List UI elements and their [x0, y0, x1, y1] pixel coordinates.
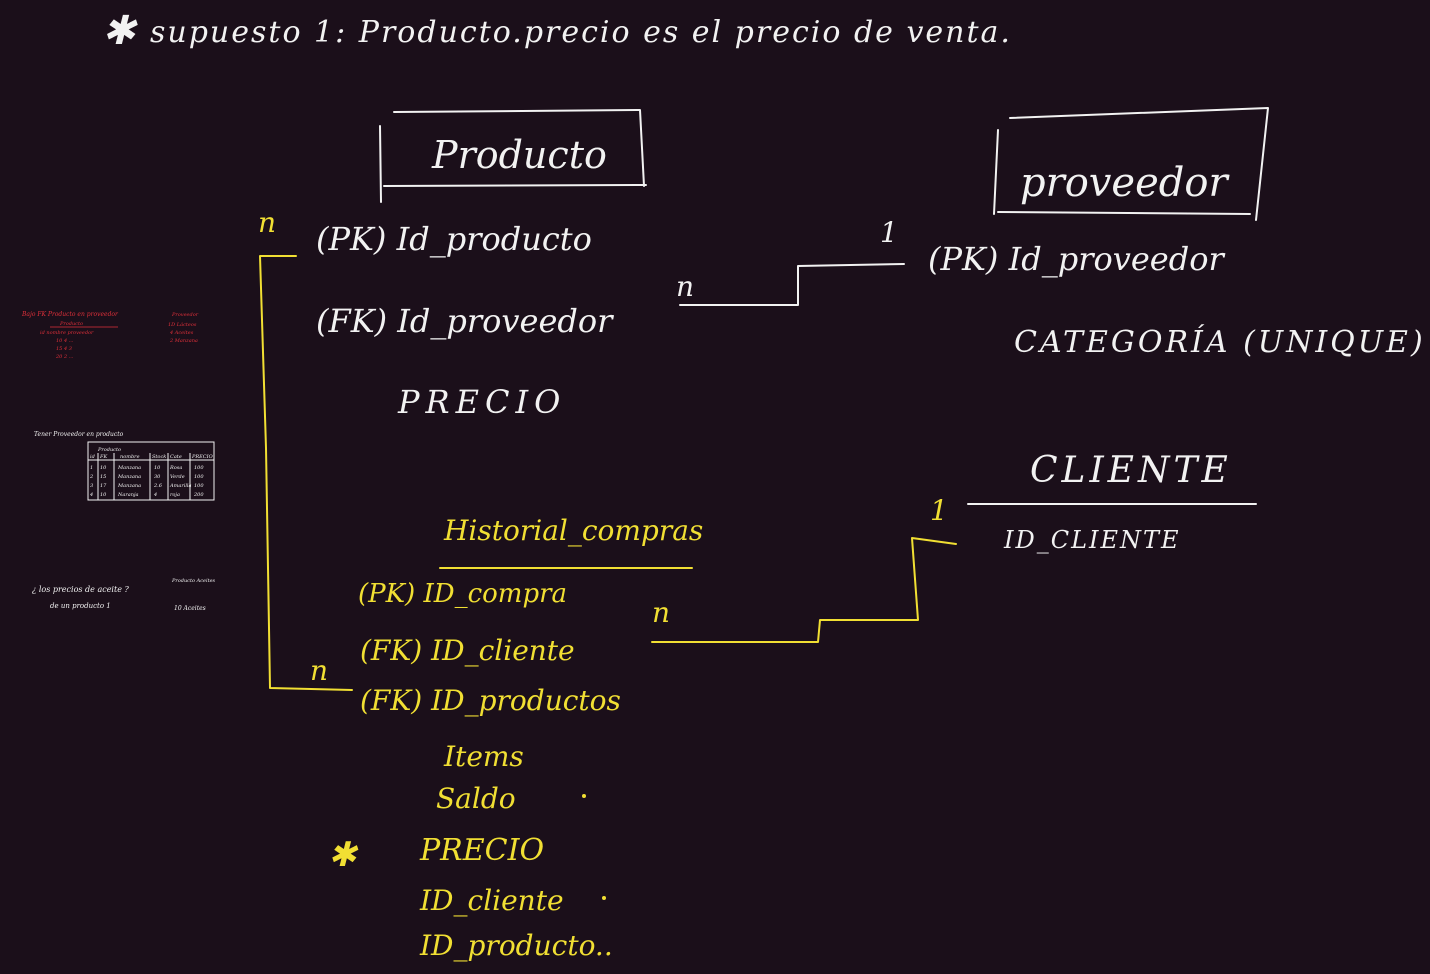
producto-field-precio: PRECIO: [397, 383, 566, 421]
historial-field-7: ID_producto..: [419, 929, 613, 962]
thumb-table-header-row: id FK nombre Stock Cate PRECIO: [90, 454, 213, 460]
thumb-red-row-3: 20 2 ...: [55, 354, 74, 360]
historial-entity: Historial_compras (PK) ID_compra (FK) ID…: [328, 514, 703, 962]
thumb-cell: Manzana: [117, 483, 141, 489]
thumb-question-right-2: 10 Aceites: [174, 605, 206, 612]
thumb-cell: 3: [90, 483, 93, 489]
thumb-red-right-1: 4 Aceites: [169, 330, 194, 336]
thumb-table-row: 3 17 Manzana 2.6 Amarilla 100: [90, 483, 204, 489]
proveedor-field-pk: (PK) Id_proveedor: [928, 240, 1225, 278]
proveedor-field-categoria: CATEGORÍA (UNIQUE): [1014, 324, 1426, 360]
thumb-cell: 2: [89, 474, 93, 480]
card-historial-cliente-many: n: [652, 596, 670, 629]
thumb-cell: 200: [193, 492, 204, 498]
thumb-table-h3: Stock: [152, 454, 166, 460]
cliente-title: CLIENTE: [1030, 450, 1232, 491]
thumb-table-h2: nombre: [120, 454, 140, 460]
card-producto-proveedor-one: 1: [880, 216, 898, 249]
card-producto-historial-bottom: n: [310, 654, 328, 687]
historial-field-5: PRECIO: [419, 833, 544, 868]
producto-entity: Producto (PK) Id_producto (FK) Id_provee…: [316, 109, 647, 421]
thumb-question-right-1: Producto Aceites: [171, 578, 216, 584]
thumb-cell: 1: [90, 465, 93, 471]
historial-field-6: ID_cliente: [419, 884, 564, 917]
thumb-cell: roja: [170, 492, 180, 498]
stray-dot: [602, 896, 606, 900]
thumb-table-title: Tener Proveedor en producto: [34, 431, 124, 438]
historial-title: Historial_compras: [443, 514, 703, 547]
cliente-entity: CLIENTE ID_CLIENTE: [967, 450, 1257, 554]
thumb-cell: Amarilla: [169, 483, 192, 489]
thumb-table-sub: Producto: [97, 447, 121, 453]
card-producto-proveedor-many: n: [676, 270, 694, 303]
thumbnail-table: Tener Proveedor en producto Producto id …: [34, 431, 215, 501]
thumb-red-right-0: 1D Lácteos: [168, 321, 197, 328]
thumbnail-question: ¿ los precios de aceite ? de un producto…: [32, 578, 216, 612]
historial-field-2: (FK) ID_productos: [360, 684, 621, 717]
thumb-cell: 100: [194, 465, 204, 471]
thumb-cell: 17: [100, 483, 107, 489]
thumb-red-row-2: 15 4 3: [56, 346, 72, 352]
thumb-table-row: 4 10 Naranja 4 roja 200: [89, 492, 204, 498]
thumb-cell: 2.6: [153, 483, 163, 489]
thumb-table-row: 2 15 Manzana 30 Verde 100: [89, 474, 204, 480]
producto-field-pk: (PK) Id_producto: [316, 220, 592, 258]
historial-field-4: Saldo: [436, 782, 516, 815]
thumb-cell: Manzana: [117, 465, 141, 471]
thumb-cell: 4: [89, 492, 93, 498]
thumb-cell: 30: [154, 474, 161, 480]
thumb-table-h5: PRECIO: [191, 454, 213, 460]
thumbnail-red-sketch: Bajo FK Producto en proveedor Producto i…: [21, 311, 199, 360]
thumb-red-sub: Producto: [59, 321, 83, 327]
thumb-cell: 4: [153, 492, 157, 498]
thumb-cell: Naranja: [117, 492, 138, 498]
proveedor-entity: proveedor (PK) Id_proveedor CATEGORÍA (U…: [928, 107, 1426, 360]
producto-title: Producto: [431, 133, 607, 177]
producto-field-fk: (FK) Id_proveedor: [316, 302, 614, 340]
thumb-cell: 10: [100, 465, 107, 471]
card-historial-cliente-one: 1: [930, 494, 948, 527]
thumb-question-1: ¿ los precios de aceite ?: [32, 585, 129, 594]
thumb-red-title: Bajo FK Producto en proveedor: [21, 311, 119, 318]
thumb-question-2: de un producto 1: [50, 602, 111, 610]
thumb-cell: Verde: [170, 474, 185, 480]
historial-field-1: (FK) ID_cliente: [360, 634, 575, 667]
stray-dot: [582, 794, 586, 798]
thumb-cell: 10: [100, 492, 107, 498]
thumb-cell: Manzana: [117, 474, 141, 480]
thumb-cell: Rosa: [169, 465, 182, 471]
thumb-table-row: 1 10 Manzana 10 Rosa 100: [90, 465, 204, 471]
thumb-red-right-2: 2 Manzana: [169, 338, 198, 344]
relation-historial-cliente: [651, 537, 957, 643]
proveedor-title: proveedor: [1020, 160, 1230, 206]
supuesto-note: supuesto 1: Producto.precio es el precio…: [150, 15, 1012, 50]
thumb-table-h1: FK: [99, 454, 107, 460]
whiteboard-canvas: ✱ supuesto 1: Producto.precio es el prec…: [21, 8, 1426, 962]
historial-field-0: (PK) ID_compra: [358, 579, 567, 609]
relation-producto-proveedor: [679, 263, 905, 306]
thumb-red-right-title: Proveedor: [171, 312, 199, 318]
thumb-table-h0: id: [90, 454, 95, 460]
thumb-cell: 15: [100, 474, 106, 480]
cliente-field-id: ID_CLIENTE: [1003, 526, 1181, 554]
thumb-red-row-0: id nombre proveedor: [40, 330, 94, 336]
thumb-cell: 100: [194, 483, 204, 489]
thumb-cell: 10: [154, 465, 161, 471]
historial-field-3: Items: [443, 740, 524, 773]
thumb-table-h4: Cate: [170, 454, 182, 460]
card-producto-historial-top: n: [258, 206, 276, 239]
thumb-red-row-1: 10 4 ...: [56, 338, 74, 344]
historial-precio-star: ✱: [328, 835, 359, 875]
thumb-cell: 100: [194, 474, 204, 480]
supuesto-star: ✱: [102, 8, 138, 54]
